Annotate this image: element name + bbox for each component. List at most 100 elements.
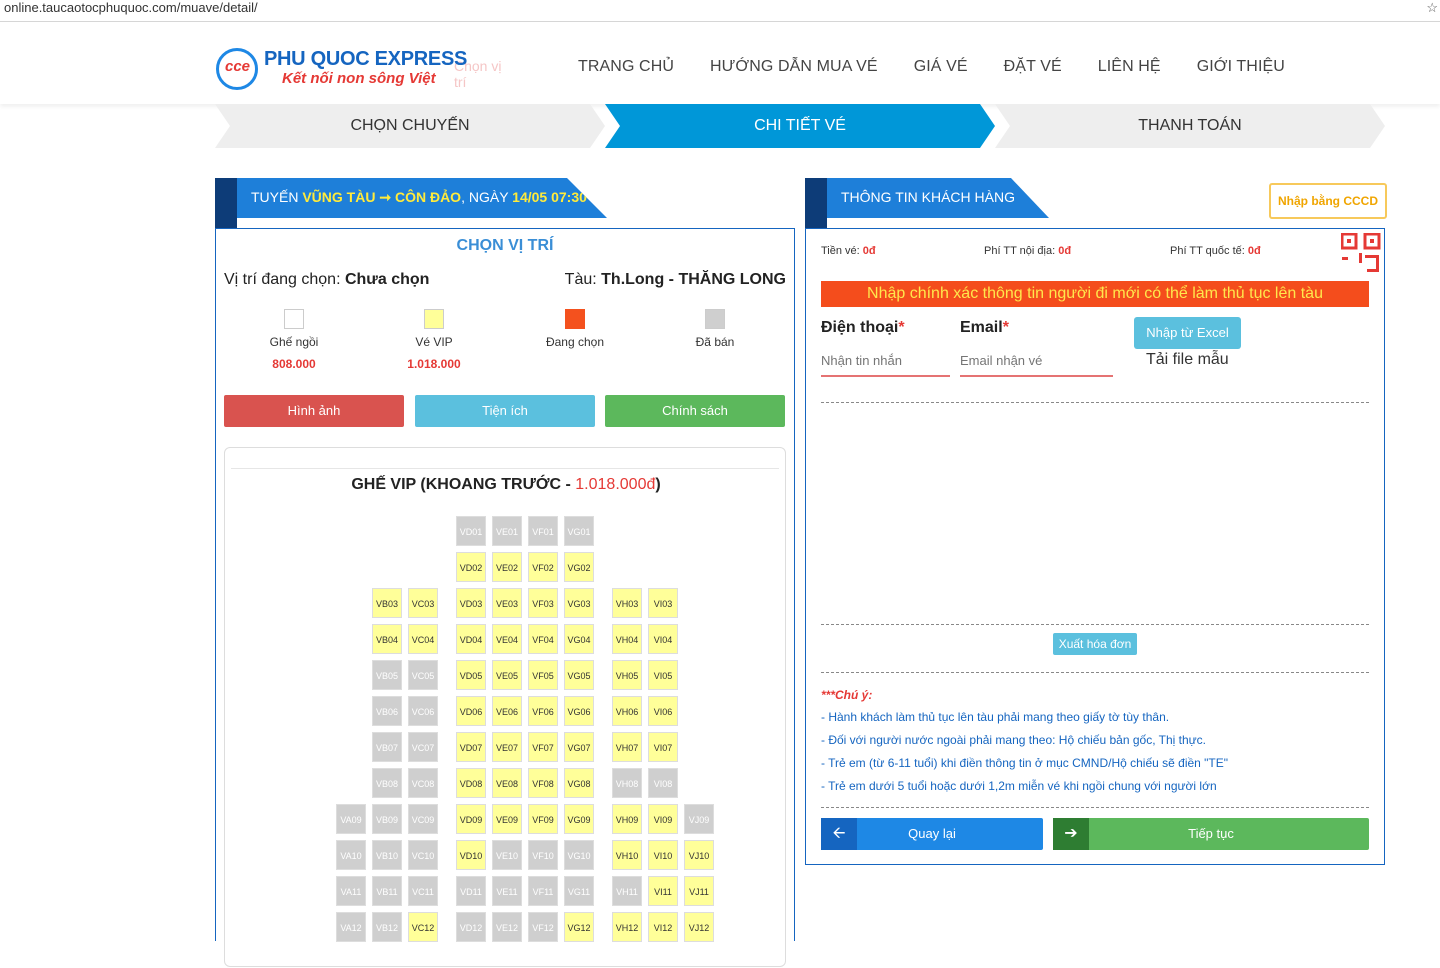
seat-vj10[interactable]: VJ10 [684,840,714,870]
nav-home[interactable]: TRANG CHỦ [578,58,674,76]
seat-vi12[interactable]: VI12 [648,912,678,942]
seat-vg01[interactable]: VG01 [564,516,594,546]
seat-vg02[interactable]: VG02 [564,552,594,582]
seat-va10[interactable]: VA10 [336,840,366,870]
browser-address-bar[interactable]: online.taucaotocphuquoc.com/muave/detail… [0,0,1440,22]
download-template-link[interactable]: Tải file mẫu [1146,351,1229,369]
seat-ve12[interactable]: VE12 [492,912,522,942]
seat-vc08[interactable]: VC08 [408,768,438,798]
seat-vf08[interactable]: VF08 [528,768,558,798]
seat-vd07[interactable]: VD07 [456,732,486,762]
seat-vi06[interactable]: VI06 [648,696,678,726]
step-choose-trip[interactable]: CHỌN CHUYẾN [215,104,605,148]
nav-booking[interactable]: ĐẶT VÉ [1004,58,1062,76]
seat-ve07[interactable]: VE07 [492,732,522,762]
seat-vb07[interactable]: VB07 [372,732,402,762]
seat-vh10[interactable]: VH10 [612,840,642,870]
seat-vj09[interactable]: VJ09 [684,804,714,834]
seat-vi03[interactable]: VI03 [648,588,678,618]
seat-vg09[interactable]: VG09 [564,804,594,834]
seat-vd04[interactable]: VD04 [456,624,486,654]
seat-vd01[interactable]: VD01 [456,516,486,546]
seat-vg11[interactable]: VG11 [564,876,594,906]
seat-vh06[interactable]: VH06 [612,696,642,726]
seat-vi04[interactable]: VI04 [648,624,678,654]
seat-vg03[interactable]: VG03 [564,588,594,618]
seat-vd08[interactable]: VD08 [456,768,486,798]
seat-va11[interactable]: VA11 [336,876,366,906]
seat-ve02[interactable]: VE02 [492,552,522,582]
bookmark-star-icon[interactable]: ☆ [1426,0,1438,16]
seat-vi11[interactable]: VI11 [648,876,678,906]
nav-guide[interactable]: HƯỚNG DẪN MUA VÉ [710,58,878,76]
step-payment[interactable]: THANH TOÁN [995,104,1385,148]
seat-vb03[interactable]: VB03 [372,588,402,618]
email-field[interactable] [960,345,1113,377]
seat-vb11[interactable]: VB11 [372,876,402,906]
logo[interactable]: cce Chọn vị trí PHU QUOC EXPRESS Kết nối… [216,44,516,94]
seat-ve01[interactable]: VE01 [492,516,522,546]
seat-vf03[interactable]: VF03 [528,588,558,618]
seat-vd10[interactable]: VD10 [456,840,486,870]
seat-ve09[interactable]: VE09 [492,804,522,834]
seat-vf05[interactable]: VF05 [528,660,558,690]
seat-vf10[interactable]: VF10 [528,840,558,870]
seat-vg08[interactable]: VG08 [564,768,594,798]
seat-vf12[interactable]: VF12 [528,912,558,942]
seat-ve08[interactable]: VE08 [492,768,522,798]
seat-vf09[interactable]: VF09 [528,804,558,834]
seat-vf06[interactable]: VF06 [528,696,558,726]
seat-vh07[interactable]: VH07 [612,732,642,762]
seat-vd11[interactable]: VD11 [456,876,486,906]
seat-vb06[interactable]: VB06 [372,696,402,726]
seat-ve11[interactable]: VE11 [492,876,522,906]
step-ticket-detail[interactable]: CHI TIẾT VÉ [605,104,995,148]
invoice-button[interactable]: Xuất hóa đơn [1053,633,1137,655]
seat-vd02[interactable]: VD02 [456,552,486,582]
seat-vc09[interactable]: VC09 [408,804,438,834]
seat-vg12[interactable]: VG12 [564,912,594,942]
seat-vh11[interactable]: VH11 [612,876,642,906]
import-excel-button[interactable]: Nhập từ Excel [1134,317,1241,349]
seat-vh04[interactable]: VH04 [612,624,642,654]
seat-vg07[interactable]: VG07 [564,732,594,762]
seat-vc05[interactable]: VC05 [408,660,438,690]
seat-vb04[interactable]: VB04 [372,624,402,654]
seat-vh12[interactable]: VH12 [612,912,642,942]
seat-vd09[interactable]: VD09 [456,804,486,834]
seat-vc12[interactable]: VC12 [408,912,438,942]
seat-vf04[interactable]: VF04 [528,624,558,654]
seat-vh03[interactable]: VH03 [612,588,642,618]
seat-ve04[interactable]: VE04 [492,624,522,654]
seat-va09[interactable]: VA09 [336,804,366,834]
seat-vj11[interactable]: VJ11 [684,876,714,906]
seat-vd12[interactable]: VD12 [456,912,486,942]
seat-ve03[interactable]: VE03 [492,588,522,618]
seat-va12[interactable]: VA12 [336,912,366,942]
seat-vc11[interactable]: VC11 [408,876,438,906]
seat-vb12[interactable]: VB12 [372,912,402,942]
seat-vb05[interactable]: VB05 [372,660,402,690]
qr-scan-icon[interactable] [1341,233,1381,273]
seat-vf02[interactable]: VF02 [528,552,558,582]
seat-vc10[interactable]: VC10 [408,840,438,870]
nav-contact[interactable]: LIÊN HỆ [1098,58,1161,76]
back-button[interactable]: 🡨 Quay lại [821,818,1043,850]
policy-button[interactable]: Chính sách [605,395,785,427]
seat-vc03[interactable]: VC03 [408,588,438,618]
seat-vd03[interactable]: VD03 [456,588,486,618]
phone-field[interactable] [821,345,950,377]
seat-vi08[interactable]: VI08 [648,768,678,798]
seat-vi09[interactable]: VI09 [648,804,678,834]
url-text[interactable]: online.taucaotocphuquoc.com/muave/detail… [4,0,258,16]
seat-vh09[interactable]: VH09 [612,804,642,834]
seat-vg06[interactable]: VG06 [564,696,594,726]
amenities-button[interactable]: Tiện ích [415,395,595,427]
seat-vj12[interactable]: VJ12 [684,912,714,942]
images-button[interactable]: Hình ảnh [224,395,404,427]
seat-vh05[interactable]: VH05 [612,660,642,690]
seat-vg05[interactable]: VG05 [564,660,594,690]
seat-vb09[interactable]: VB09 [372,804,402,834]
nav-price[interactable]: GIÁ VÉ [914,58,968,76]
seat-vf11[interactable]: VF11 [528,876,558,906]
